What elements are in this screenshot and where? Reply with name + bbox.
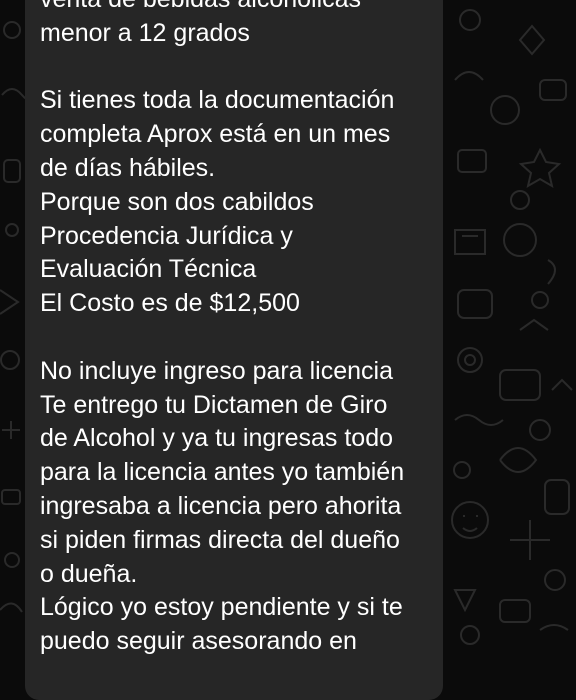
message-line: ingresaba a licencia pero ahorita	[40, 491, 402, 520]
message-line: Si tienes toda la documentación	[40, 86, 395, 115]
message-line: Evaluación Técnica	[40, 255, 257, 284]
message-line: si piden firmas directa del dueño	[40, 525, 400, 554]
message-line: No incluye ingreso para licencia	[40, 356, 393, 385]
message-line: Porque son dos cabildos	[40, 187, 314, 216]
message-line: o dueña.	[40, 559, 138, 588]
message-text: venta de bebidas alcohólicasmenor a 12 g…	[40, 0, 438, 659]
message-line: para la licencia antes yo también	[40, 458, 405, 487]
message-line: Procedencia Jurídica y	[40, 221, 293, 250]
message-line: venta de bebidas alcohólicas	[40, 0, 438, 17]
message-line: puedo seguir asesorando en	[40, 627, 357, 656]
message-line: Lógico yo estoy pendiente y si te	[40, 593, 403, 622]
message-line: El Costo es de $12,500	[40, 289, 300, 318]
message-line: Te entrego tu Dictamen de Giro	[40, 390, 388, 419]
message-line: menor a 12 grados	[40, 18, 250, 47]
message-line: de días hábiles.	[40, 153, 216, 182]
message-line: de Alcohol y ya tu ingresas todo	[40, 424, 394, 453]
message-line: completa Aprox está en un mes	[40, 120, 391, 149]
